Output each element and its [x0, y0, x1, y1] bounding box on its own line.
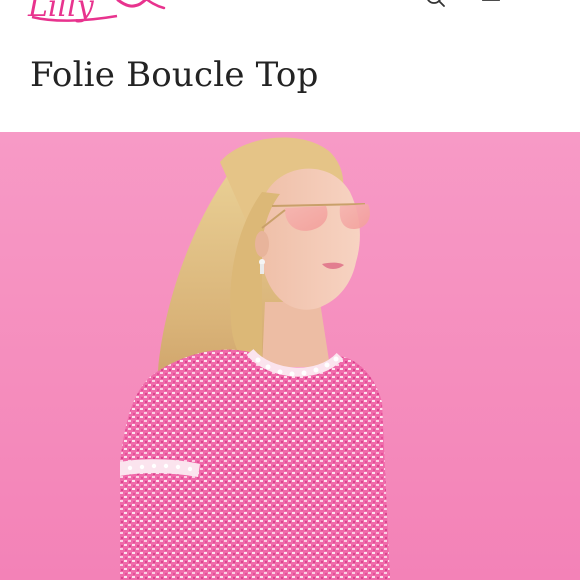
- brand-logo[interactable]: Lilly: [22, 0, 172, 26]
- product-photo: [120, 137, 390, 580]
- product-image[interactable]: [0, 132, 580, 580]
- header-actions: [426, 0, 502, 12]
- neck: [262, 302, 330, 367]
- ear: [255, 231, 269, 257]
- face: [258, 168, 360, 310]
- search-icon[interactable]: [426, 0, 446, 10]
- sunglasses-lens-right: [339, 204, 370, 230]
- brand-logo-script: Lilly: [27, 0, 166, 24]
- earring-drop: [260, 264, 264, 274]
- bag-icon[interactable]: [480, 0, 502, 12]
- site-header: Lilly: [0, 0, 580, 40]
- product-title: Folie Boucle Top: [30, 55, 319, 95]
